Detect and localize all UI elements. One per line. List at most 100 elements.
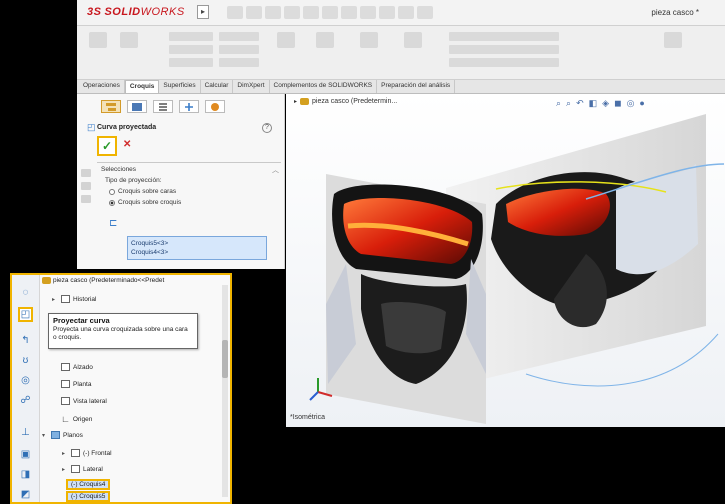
scrollbar-thumb[interactable]	[222, 340, 228, 378]
composite-curve-icon[interactable]: ʊ	[18, 353, 33, 368]
selection-item-2[interactable]: Croquis4<3>	[131, 248, 263, 257]
plane-icon	[61, 397, 70, 405]
tab-dimxpert[interactable]: DimXpert	[233, 80, 270, 93]
helix-icon[interactable]: ◎	[18, 373, 33, 388]
display-manager-tab[interactable]	[205, 100, 225, 113]
property-manager-panel: ◰ Curva proyectada ? ✓ ✕ Selecciones ︿ T…	[77, 94, 285, 269]
tree-item-alzado[interactable]: Alzado	[52, 363, 93, 371]
radio-button[interactable]	[109, 188, 115, 195]
selection-list[interactable]: Croquis5<3> Croquis4<3>	[127, 236, 267, 260]
undo-icon[interactable]	[322, 6, 338, 19]
model-view[interactable]	[286, 94, 725, 427]
display-manager-icon	[211, 102, 219, 111]
configuration-manager-icon	[159, 102, 167, 111]
dimxpert-manager-tab[interactable]	[179, 100, 199, 113]
convert-tools[interactable]	[219, 45, 259, 54]
open-icon[interactable]	[265, 6, 281, 19]
radio-sketch-on-faces[interactable]: Croquis sobre caras	[109, 188, 176, 195]
graphics-area[interactable]: ▸ pieza casco (Predetermin... ⌕ ⌕ ↶ ◧ ◈ …	[286, 94, 725, 427]
view-icon[interactable]	[81, 169, 91, 177]
offset-tools[interactable]	[219, 58, 259, 67]
pin-icon[interactable]: ◌	[18, 285, 33, 300]
video-letterbox	[232, 427, 725, 504]
tree-item-origen[interactable]: ∟ Origen	[52, 414, 92, 424]
axis-icon[interactable]: ◨	[18, 467, 33, 482]
tree-item-croquis5[interactable]: (-) Croquis5	[66, 491, 111, 502]
tab-preparacion-analisis[interactable]: Preparación del análisis	[377, 80, 456, 93]
tab-croquis[interactable]: Croquis	[124, 80, 160, 93]
tree-item-planta[interactable]: Planta	[52, 380, 91, 388]
new-document-icon[interactable]	[246, 6, 262, 19]
split-line-icon[interactable]: ↰	[18, 333, 33, 348]
selection-item-1[interactable]: Croquis5<3>	[131, 239, 263, 248]
help-icon[interactable]: ?	[262, 123, 272, 133]
linear-pattern-button[interactable]	[305, 32, 345, 50]
expand-caret-icon[interactable]: ▸	[62, 450, 68, 457]
tree-item-croquis4[interactable]: (-) Croquis4	[66, 479, 111, 490]
mirror-icon	[277, 32, 295, 48]
point-icon[interactable]: ◩	[18, 487, 33, 502]
radio-sketch-on-sketch[interactable]: Croquis sobre croquis	[109, 199, 181, 206]
selections-group: Selecciones ︿ Tipo de proyección: Croqui…	[97, 162, 281, 262]
home-icon[interactable]	[227, 6, 243, 19]
display-relations-icon	[404, 32, 422, 48]
collapse-caret-icon[interactable]: ▾	[42, 432, 48, 439]
feature-small-icon[interactable]	[81, 195, 91, 203]
projected-curve-icon: ◰	[87, 122, 96, 132]
menu-expand-button[interactable]: ▸	[197, 5, 209, 19]
tree-item-vista-lateral[interactable]: Vista lateral	[52, 397, 107, 405]
curve-through-points-icon[interactable]: ☍	[18, 393, 33, 408]
select-icon[interactable]	[360, 6, 376, 19]
collapse-caret-icon[interactable]: ︿	[272, 165, 279, 175]
arc-tools[interactable]	[169, 58, 213, 67]
feature-tree-icon	[106, 102, 116, 111]
file-properties-icon[interactable]	[398, 6, 414, 19]
linear-pattern-icon	[316, 32, 334, 48]
command-tabs: Operaciones Croquis Superficies Calcular…	[77, 80, 725, 94]
project-curve-icon[interactable]: ◰	[18, 307, 33, 322]
redo-icon[interactable]	[341, 6, 357, 19]
plane-icon[interactable]: ▣	[18, 447, 33, 462]
tree-item-lateral[interactable]: ▸ Lateral	[62, 465, 103, 473]
expand-caret-icon[interactable]: ▸	[52, 296, 58, 303]
instant2d-button[interactable]	[642, 32, 704, 50]
tree-item-planos[interactable]: ▾ Planos	[42, 431, 83, 439]
mirror-button[interactable]	[272, 32, 300, 50]
sketch-small-icon[interactable]	[81, 182, 91, 190]
feature-manager-tab[interactable]	[101, 100, 121, 113]
tab-operaciones[interactable]: Operaciones	[79, 80, 125, 93]
tree-item-historial[interactable]: ▸ Historial	[52, 295, 96, 303]
sketch-selection-icon: ⊏	[109, 218, 118, 229]
ds-logo-mark: 3S	[87, 6, 102, 18]
line-tools[interactable]	[169, 32, 213, 41]
rebuild-icon[interactable]	[379, 6, 395, 19]
options-gear-icon[interactable]	[417, 6, 433, 19]
command-manager	[77, 26, 725, 80]
rapid-sketch-tool[interactable]	[449, 58, 559, 67]
helmet-front-vent	[381, 301, 446, 354]
tree-root-part[interactable]: pieza casco (Predeterminado<<Predet	[42, 277, 228, 284]
tab-calcular[interactable]: Calcular	[201, 80, 234, 93]
display-relations-button[interactable]	[393, 32, 433, 50]
ok-button[interactable]: ✓	[97, 136, 117, 156]
sketch-button[interactable]	[85, 32, 111, 50]
property-manager-tab[interactable]	[127, 100, 147, 113]
expand-caret-icon[interactable]: ▸	[62, 466, 68, 473]
trim-tools[interactable]	[219, 32, 259, 41]
rectangle-tools[interactable]	[169, 45, 213, 54]
print-icon[interactable]	[303, 6, 319, 19]
move-entities-button[interactable]	[349, 32, 389, 50]
reference-geometry-icon[interactable]: ⊥	[18, 425, 33, 440]
tab-superficies[interactable]: Superficies	[159, 80, 201, 93]
tree-scrollbar[interactable]	[222, 285, 228, 497]
configuration-manager-tab[interactable]	[153, 100, 173, 113]
repair-sketch-tool[interactable]	[449, 32, 559, 41]
smart-dimension-button[interactable]	[115, 32, 143, 50]
quick-snaps-tool[interactable]	[449, 45, 559, 54]
tree-item-frontal[interactable]: ▸ (-) Frontal	[62, 449, 112, 457]
part-icon	[42, 277, 51, 284]
save-icon[interactable]	[284, 6, 300, 19]
radio-button-selected[interactable]	[109, 199, 115, 206]
tab-complementos[interactable]: Complementos de SOLIDWORKS	[270, 80, 378, 93]
cancel-button[interactable]: ✕	[123, 139, 131, 150]
